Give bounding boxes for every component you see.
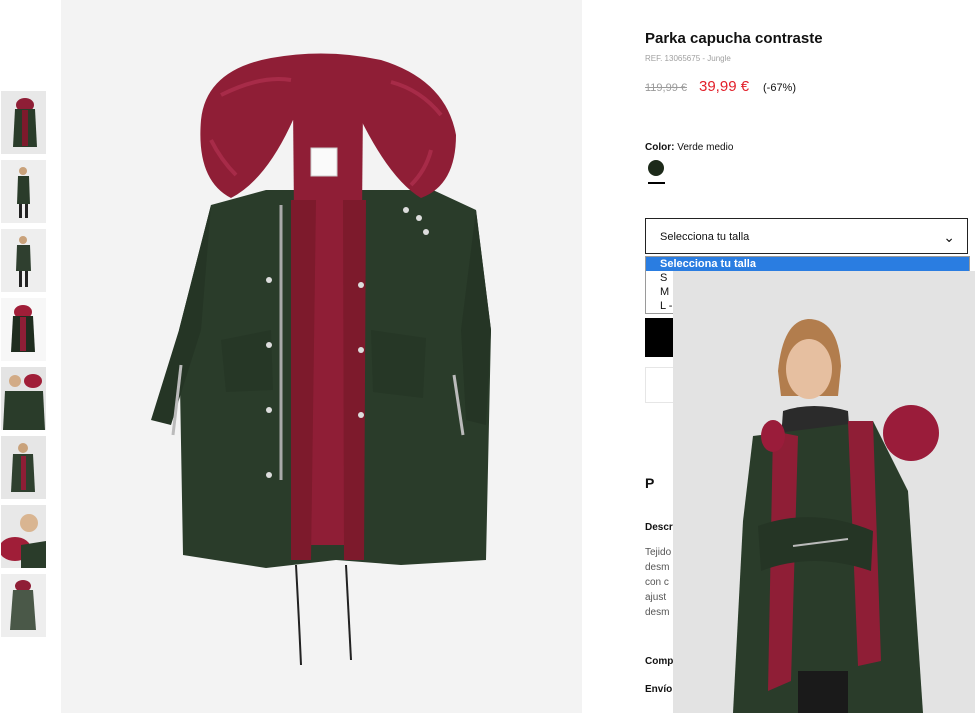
- composition-heading[interactable]: Comp: [645, 656, 673, 667]
- color-value: Verde medio: [677, 142, 734, 153]
- zoom-preview-image: [673, 271, 975, 713]
- discount-badge: (-67%): [763, 82, 797, 94]
- color-swatch-verde-medio[interactable]: [648, 160, 664, 176]
- thumbnail-7[interactable]: [1, 505, 46, 568]
- size-select-label: Selecciona tu talla: [660, 231, 750, 243]
- description-text: Tejido desm con c ajust desm: [645, 547, 672, 618]
- size-option-placeholder[interactable]: Selecciona tu talla: [646, 257, 969, 271]
- color-row: Color: Verde medio: [645, 142, 733, 153]
- description-heading[interactable]: Descr: [645, 522, 673, 533]
- thumbnail-6[interactable]: [1, 436, 46, 499]
- thumbnail-1[interactable]: [1, 91, 46, 154]
- size-select[interactable]: Selecciona tu talla ⌄: [645, 218, 968, 254]
- shipping-heading[interactable]: Envío: [645, 684, 672, 695]
- old-price: 119,99 €: [645, 82, 688, 94]
- color-label: Color:: [645, 142, 675, 153]
- thumbnail-8[interactable]: [1, 574, 46, 637]
- product-reference: REF. 13065675 - Jungle: [645, 54, 731, 63]
- selected-swatch-indicator: [648, 182, 665, 184]
- product-title: Parka capucha contraste: [645, 30, 823, 47]
- thumbnail-4[interactable]: [1, 298, 46, 361]
- chevron-down-icon: ⌄: [943, 229, 955, 245]
- sale-price: 39,99 €: [699, 78, 750, 95]
- thumbnail-3[interactable]: [1, 229, 46, 292]
- thumbnail-5[interactable]: [1, 367, 46, 430]
- pinterest-icon[interactable]: P: [645, 475, 654, 491]
- thumbnail-2[interactable]: [1, 160, 46, 223]
- product-main-image[interactable]: [61, 0, 582, 713]
